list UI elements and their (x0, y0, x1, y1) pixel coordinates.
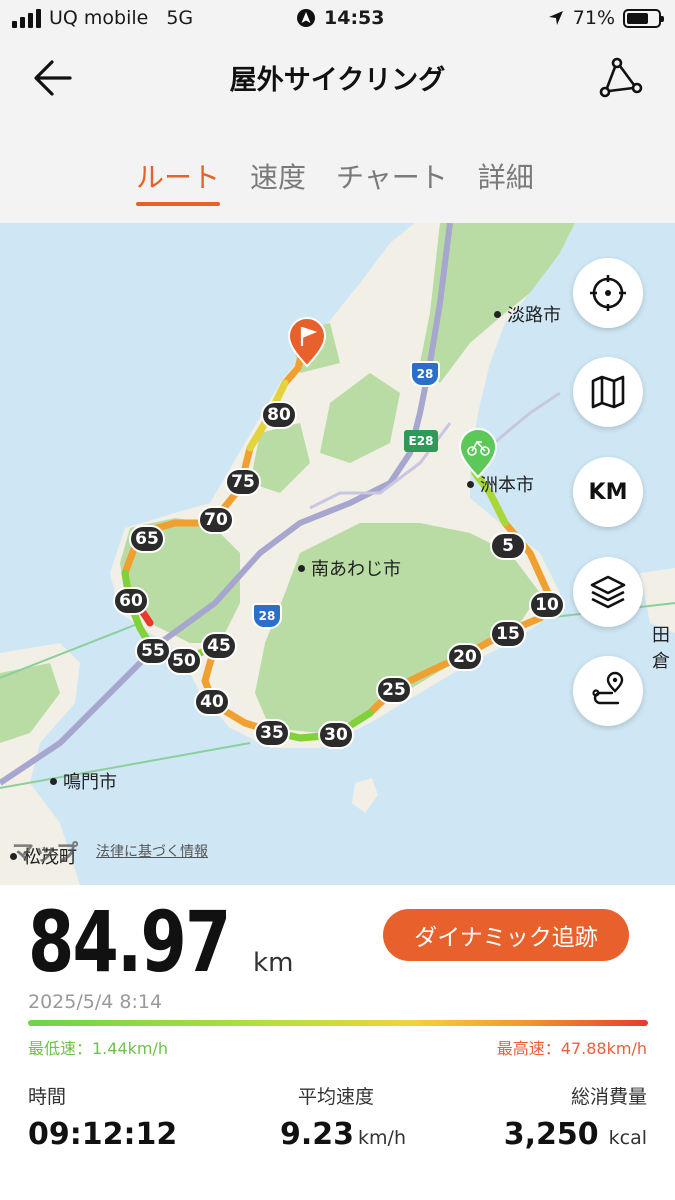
distance-unit: km (253, 948, 294, 978)
time-label: 時間 (28, 1086, 67, 1108)
summary-panel: 84.97 km ダイナミック追跡 2025/5/4 8:14 最低速：1.44… (0, 885, 675, 1200)
activity-datetime: 2025/5/4 8:14 (28, 991, 163, 1013)
km-marker-40: 40 (194, 688, 230, 716)
route-map[interactable]: 28 E28 28 淡路市 洲本市 南あわじ市 鳴門市 松茂町 田倉 5 10 … (0, 223, 675, 885)
km-marker-75: 75 (225, 468, 261, 496)
calories-value: 3,250 (503, 1117, 599, 1152)
max-speed: 最高速：47.88km/h (496, 1039, 647, 1058)
time-value: 09:12:12 (28, 1117, 178, 1152)
signal-icon (12, 8, 41, 28)
calories-unit: kcal (608, 1127, 647, 1149)
location-arrow-icon (548, 11, 563, 25)
header: 屋外サイクリング ルート 速度 チャート 詳細 (0, 38, 675, 223)
km-marker-45: 45 (201, 632, 237, 660)
km-marker-5: 5 (490, 532, 526, 560)
tab-speed[interactable]: 速度 (250, 156, 306, 206)
network-label: 5G (166, 7, 194, 29)
km-marker-80: 80 (261, 401, 297, 429)
km-marker-30: 30 (318, 721, 354, 749)
km-marker-35: 35 (254, 719, 290, 747)
avg-speed-value: 9.23 (280, 1117, 355, 1152)
km-marker-15: 15 (490, 620, 526, 648)
km-marker-60: 60 (113, 587, 149, 615)
distance-display: 84.97 km (28, 893, 293, 991)
city-minamiawaji: 南あわじ市 (298, 555, 401, 581)
tab-route[interactable]: ルート (136, 156, 221, 206)
tab-details[interactable]: 詳細 (478, 156, 534, 206)
avg-speed-unit: km/h (358, 1127, 406, 1149)
road-shield-28-south: 28 (252, 603, 282, 629)
battery-icon (623, 8, 664, 28)
status-bar: UQ mobile 5G 14:53 71% (0, 0, 675, 38)
city-tagura: 田倉 (652, 625, 670, 672)
min-speed: 最低速：1.44km/h (28, 1039, 169, 1058)
km-label: KM (588, 479, 628, 505)
km-marker-20: 20 (447, 643, 483, 671)
map-logo: マップ (12, 841, 79, 866)
km-marker-50: 50 (166, 647, 202, 675)
city-awaji: 淡路市 (494, 301, 561, 327)
speed-gradient-bar (28, 1020, 648, 1026)
crosshair-icon (590, 275, 626, 311)
avg-speed-label: 平均速度 (298, 1086, 375, 1108)
page-title: 屋外サイクリング (229, 65, 446, 96)
layers-button[interactable] (573, 557, 643, 627)
battery-percent: 71% (572, 7, 615, 29)
tab-chart[interactable]: チャート (336, 156, 448, 206)
carrier-label: UQ mobile (49, 7, 149, 29)
unit-km-button[interactable]: KM (573, 457, 643, 527)
route-pin-icon (592, 671, 624, 705)
route-track-button[interactable] (573, 656, 643, 726)
route-share-button[interactable] (597, 54, 645, 102)
distance-value: 84.97 (28, 893, 231, 991)
calories-label: 総消費量 (570, 1086, 647, 1108)
location-a-icon (297, 9, 315, 27)
calories: 3,250 kcal (504, 1117, 647, 1152)
avg-speed: 9.23 km/h (280, 1117, 406, 1152)
map-type-button[interactable] (573, 357, 643, 427)
road-shield-e28: E28 (404, 430, 438, 452)
tab-bar: ルート 速度 チャート 詳細 (136, 156, 534, 206)
km-marker-65: 65 (129, 525, 165, 553)
map-icon (591, 375, 625, 409)
km-marker-25: 25 (376, 676, 412, 704)
layers-icon (590, 575, 626, 609)
road-shield-28: 28 (410, 361, 440, 387)
km-marker-55: 55 (135, 637, 171, 665)
legal-link[interactable]: 法律に基づく情報 (96, 841, 208, 867)
km-marker-70: 70 (198, 506, 234, 534)
city-naruto: 鳴門市 (50, 768, 117, 794)
km-marker-10: 10 (529, 591, 565, 619)
locate-button[interactable] (573, 258, 643, 328)
dynamic-tracking-button[interactable]: ダイナミック追跡 (383, 909, 629, 961)
clock: 14:53 (324, 7, 385, 29)
route-icon (599, 57, 643, 98)
map-attribution: マップ 法律に基づく情報 (12, 835, 208, 867)
city-sumoto: 洲本市 (467, 471, 534, 497)
battery-level (627, 12, 649, 24)
